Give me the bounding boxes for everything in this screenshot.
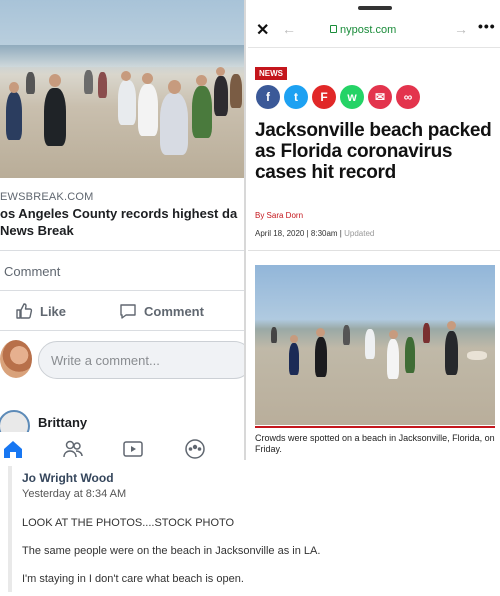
watch-icon[interactable] [122,438,144,460]
url-text[interactable]: nypost.com [340,24,396,36]
friends-icon[interactable] [62,438,84,460]
divider [0,330,244,331]
nypost-screenshot: ✕ ← nypost.com → ••• NEWS f t Fw ✉ ∞ Jackson… [248,0,500,460]
flipboard-share-icon[interactable]: F [312,85,336,109]
home-icon[interactable] [2,438,24,460]
share-buttons: f t Fw ✉ ∞ [256,85,420,109]
divider [0,250,244,251]
article-headline: Jacksonville beach packed as Florida cor… [255,120,492,183]
bottom-nav [0,432,244,460]
lock-icon [330,25,337,33]
comment-text-line: LOOK AT THE PHOTOS....STOCK PHOTO [22,517,235,529]
facebook-share-icon[interactable]: f [256,85,280,109]
link-site-name: News Break [0,223,74,238]
browser-toolbar: ✕ ← nypost.com → ••• [248,0,500,48]
close-icon[interactable]: ✕ [256,20,269,40]
email-share-icon[interactable]: ✉ [368,85,392,109]
avatar [0,340,32,378]
article-date-text: April 18, 2020 | 8:30am | [255,229,345,238]
comment-author[interactable]: Jo Wright Wood [22,471,114,485]
comment-button[interactable]: Comment [118,301,204,321]
link-source: EWSBREAK.COM [0,191,94,203]
thumbs-up-icon [16,303,33,319]
like-label: Like [40,303,67,319]
link-share-icon[interactable]: ∞ [396,85,420,109]
comment-text-line: The same people were on the beach in Jac… [22,545,321,557]
divider [248,250,500,251]
photo-caption: Crowds were spotted on a beach in Jackso… [255,433,495,454]
divider [0,290,244,291]
comment-text-line: I'm staying in I don't care what beach i… [22,573,244,585]
caption-rule [255,426,495,428]
beach-photo-la [0,0,244,178]
comment-count-label[interactable]: Comment [4,264,60,279]
forward-arrow-icon[interactable]: → [454,21,468,37]
drag-handle[interactable] [358,6,392,10]
beach-photo-jacksonville [255,265,495,425]
commenter-name[interactable]: Brittany [38,415,87,430]
facebook-screenshot: EWSBREAK.COM os Angeles County records h… [0,0,246,460]
link-headline[interactable]: os Angeles County records highest da [0,206,244,221]
like-button[interactable]: Like [14,301,66,321]
comment-timestamp[interactable]: Yesterday at 8:34 AM [22,488,126,500]
article-byline[interactable]: By Sara Dorn [255,211,303,220]
groups-icon[interactable] [184,438,206,460]
back-arrow-icon[interactable]: ← [282,21,296,37]
speech-bubble-icon [120,304,136,319]
whatsapp-share-icon[interactable]: w [340,85,364,109]
more-options-icon[interactable]: ••• [478,18,496,34]
section-tag[interactable]: NEWS [255,67,287,80]
twitter-share-icon[interactable]: t [284,85,308,109]
comment-label: Comment [144,303,204,319]
comment-post: Jo Wright Wood Yesterday at 8:34 AM LOOK… [0,460,500,596]
comment-input[interactable]: Write a comment... [38,341,244,379]
updated-label: Updated [344,229,375,238]
comment-placeholder: Write a comment... [51,353,160,368]
article-date: April 18, 2020 | 8:30am | Updated [255,229,374,238]
thread-line [8,466,12,592]
